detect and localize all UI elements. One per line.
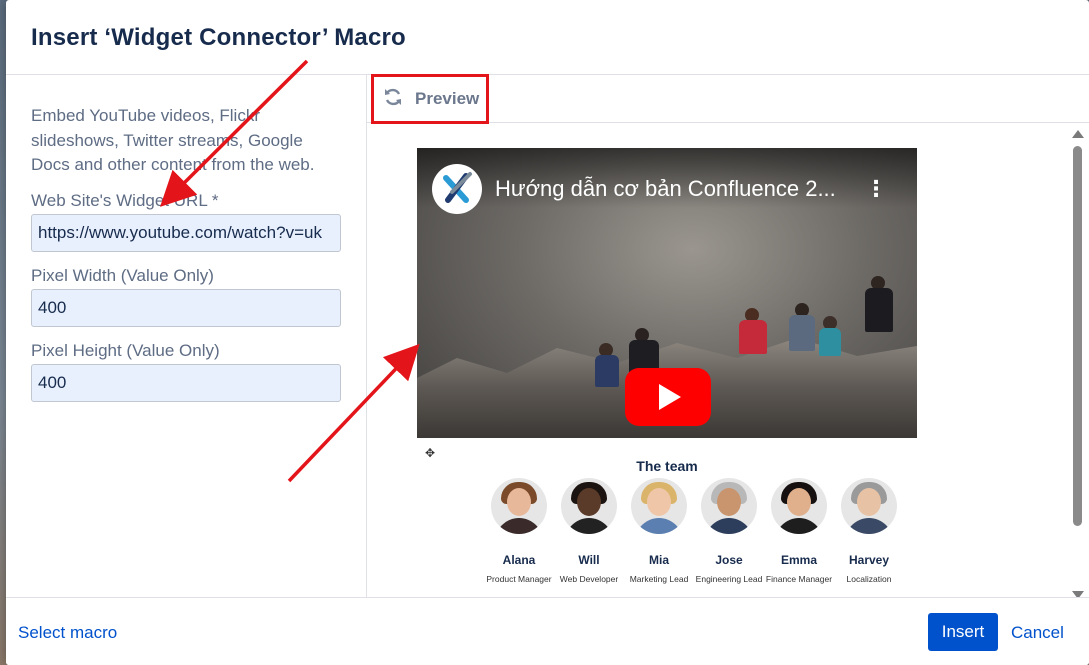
pixel-width-input[interactable] xyxy=(31,289,341,327)
member-role: Marketing Lead xyxy=(629,574,689,584)
youtube-play-icon[interactable] xyxy=(625,368,711,426)
member-role: Engineering Lead xyxy=(695,574,763,584)
select-macro-link[interactable]: Select macro xyxy=(18,623,117,643)
youtube-video-embed[interactable]: Hướng dẫn cơ bản Confluence 2... ⋮ xyxy=(417,148,917,438)
preview-label: Preview xyxy=(415,89,480,108)
team-member: Mia Marketing Lead xyxy=(624,478,694,585)
member-name: Jose xyxy=(715,553,743,567)
team-member: Harvey Localization xyxy=(834,478,904,585)
refresh-icon xyxy=(383,87,403,112)
width-label: Pixel Width (Value Only) xyxy=(31,266,214,285)
preview-toolbar: Preview xyxy=(367,74,1089,124)
height-label: Pixel Height (Value Only) xyxy=(31,341,220,360)
dialog-footer: Select macro Insert Cancel xyxy=(6,597,1089,665)
avatar xyxy=(631,478,687,534)
video-more-icon[interactable]: ⋮ xyxy=(865,176,887,202)
team-member: Emma Finance Manager xyxy=(764,478,834,585)
pixel-height-input[interactable] xyxy=(31,364,341,402)
member-name: Will xyxy=(578,553,600,567)
member-role: Web Developer xyxy=(559,574,619,584)
cancel-button[interactable]: Cancel xyxy=(1011,623,1064,643)
channel-logo-icon[interactable] xyxy=(432,164,482,214)
avatar xyxy=(561,478,617,534)
macro-parameters-panel: Embed YouTube videos, Flickr slideshows,… xyxy=(6,75,367,597)
member-name: Mia xyxy=(648,553,669,567)
dialog-header: Insert ‘Widget Connector’ Macro xyxy=(6,0,1089,75)
url-label: Web Site's Widget URL * xyxy=(31,191,219,210)
scroll-thumb[interactable] xyxy=(1073,146,1082,526)
preview-area: Hướng dẫn cơ bản Confluence 2... ⋮ ✥ The… xyxy=(367,124,1089,597)
insert-button[interactable]: Insert xyxy=(928,613,998,651)
team-member: Alana Product Manager xyxy=(484,478,554,585)
avatar xyxy=(771,478,827,534)
team-title: The team xyxy=(636,458,698,474)
preview-scrollbar[interactable] xyxy=(1070,124,1084,597)
member-name: Alana xyxy=(502,553,536,567)
member-name: Harvey xyxy=(848,553,890,567)
preview-button[interactable]: Preview xyxy=(371,74,489,124)
dialog-title: Insert ‘Widget Connector’ Macro xyxy=(31,24,406,51)
avatar xyxy=(841,478,897,534)
macro-description: Embed YouTube videos, Flickr slideshows,… xyxy=(31,106,315,174)
member-role: Finance Manager xyxy=(765,574,833,584)
insert-macro-dialog: Insert ‘Widget Connector’ Macro Embed Yo… xyxy=(6,0,1089,665)
team-member: Jose Engineering Lead xyxy=(694,478,764,585)
preview-panel: Preview Hướng dẫn cơ bản Confluence 2...… xyxy=(367,74,1089,597)
team-member: Will Web Developer xyxy=(554,478,624,585)
member-role: Localization xyxy=(846,574,892,584)
avatar xyxy=(701,478,757,534)
video-title[interactable]: Hướng dẫn cơ bản Confluence 2... xyxy=(495,176,855,202)
widget-url-input[interactable] xyxy=(31,214,341,252)
avatar xyxy=(491,478,547,534)
team-section: ✥ The team Alana Product Manager Will We… xyxy=(417,438,917,597)
scroll-up-icon[interactable] xyxy=(1072,130,1084,138)
member-role: Product Manager xyxy=(486,574,552,584)
member-name: Emma xyxy=(780,553,818,567)
